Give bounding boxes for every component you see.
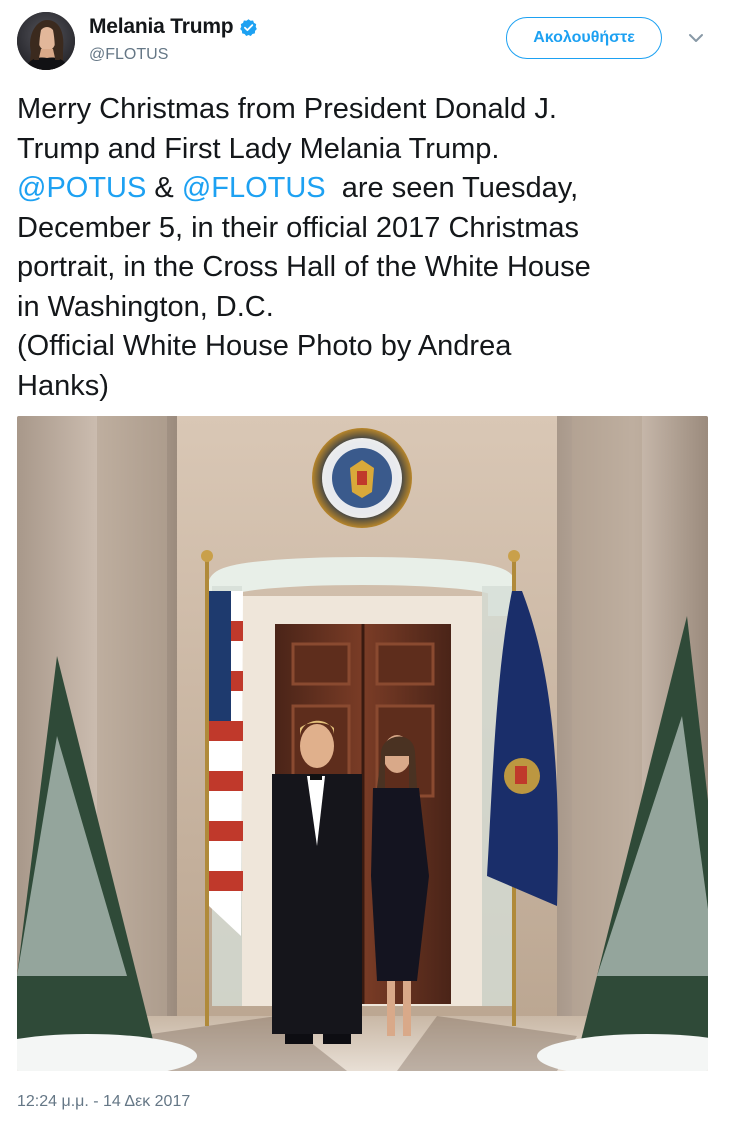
tweet-text-segment: are seen Tuesday, December 5, in their o… [17, 172, 591, 402]
tweet-photo[interactable] [17, 416, 708, 1071]
follow-button[interactable]: Ακολουθήστε [506, 17, 662, 59]
avatar[interactable] [17, 12, 75, 70]
tweet-text-segment: & [146, 172, 182, 204]
tweet-text: Merry Christmas from President Donald J.… [17, 90, 717, 406]
tweet-timestamp[interactable]: 12:24 μ.μ. - 14 Δεκ 2017 [17, 1093, 190, 1111]
avatar-image [17, 12, 75, 70]
mention-potus-link[interactable]: @POTUS [17, 172, 146, 204]
christmas-portrait-image [17, 416, 708, 1071]
mention-flotus-link[interactable]: @FLOTUS [182, 172, 326, 204]
verified-badge-icon [239, 18, 258, 37]
user-handle[interactable]: @FLOTUS [89, 46, 168, 64]
author-name-row[interactable]: Melania Trump [89, 15, 258, 39]
display-name[interactable]: Melania Trump [89, 15, 234, 39]
tweet-card: Melania Trump @FLOTUS Ακολουθήστε Merry … [0, 0, 735, 1127]
tweet-text-segment: Merry Christmas from President Donald J.… [17, 93, 557, 165]
chevron-down-icon[interactable] [687, 31, 705, 45]
